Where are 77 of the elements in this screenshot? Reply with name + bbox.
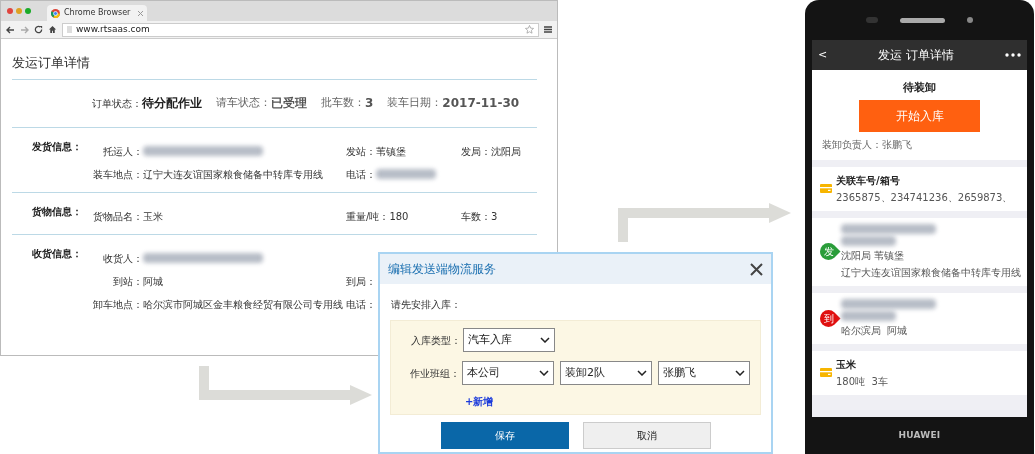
card-icon [820,368,832,377]
field-label: 货物品名： [92,209,143,224]
dialog-title: 编辑发送端物流服务 [388,261,496,278]
card-text: 辽宁大连友谊国家粮食储备中转库专用线 [841,265,1019,280]
status-value: 待分配作业 [142,95,202,112]
field-value: 苇镇堡 [376,144,406,159]
card-text: 哈尔滨局 阿城 [841,323,909,338]
card-text: 沈阳局 苇镇堡 [841,248,906,263]
section-label: 收货信息： [32,246,83,261]
card-title: 关联车号/箱号 [836,173,901,188]
card-text: 2365875、234741236、2659873、 [836,190,1013,205]
camera-icon [866,17,878,23]
close-icon[interactable] [750,262,763,276]
field-value: 哈尔滨市阿城区金丰粮食经贸有限公司专用线 [143,297,343,312]
sensor-icon [967,17,973,23]
add-link[interactable]: +新增 [465,394,494,409]
browser-logo-icon [51,8,60,18]
field-label: 收货人： [102,251,143,266]
field-label: 电话： [346,167,376,182]
cancel-button[interactable]: 取消 [582,422,711,449]
dialog-prompt: 请先安排入库： [391,298,462,312]
back-link[interactable]: < [818,46,828,64]
dropdown[interactable]: 本公司 [462,361,554,385]
field-value: 3 [491,209,498,224]
field-value: 玉米 [143,209,163,224]
page-title: 发运订单详情 [12,54,91,72]
dropdown[interactable]: 装卸2队 [560,361,652,385]
field-label: 到局： [346,274,376,289]
field-label: 发站： [346,144,376,159]
field-label: 装车地点： [92,167,143,182]
chevron-down-icon [735,370,745,376]
dropdown[interactable]: 汽车入库 [463,328,555,352]
tab-close-icon[interactable] [138,10,143,16]
status-label: 装车日期： [387,94,443,111]
field-label: 卸车地点： [92,297,143,312]
back-arrow-icon[interactable] [6,25,15,34]
status-value: 已受理 [271,95,307,112]
status-text: 待装卸 [903,80,936,96]
manager-text: 装卸负责人：张鹏飞 [822,137,912,152]
brand-text: HUAWEI [898,429,941,442]
status-value: 2017-11-30 [442,95,520,112]
address-field[interactable]: www.rtsaas.com [62,22,539,37]
reload-icon[interactable] [34,25,43,34]
card-text: 180吨 3车 [836,374,888,389]
field-value: 180 [389,209,409,224]
star-icon[interactable] [525,25,534,34]
page-icon [67,26,72,33]
field-value: 辽宁大连友谊国家粮食储备中转库专用线 [143,167,323,182]
field-value: 沈阳局 [491,144,521,159]
field-label: 作业班组： [409,366,460,381]
card-icon [820,184,832,193]
section-label: 货物信息： [32,204,83,219]
chevron-down-icon [540,337,550,343]
section-label: 发货信息： [32,139,83,154]
speaker-grille-icon [900,17,945,23]
save-button[interactable]: 保存 [440,422,569,449]
nav-title: 发运 订单详情 [878,47,954,64]
dropdown[interactable]: 张鹏飞 [658,361,750,385]
browser-tab[interactable]: Chrome Browser [47,5,147,21]
field-label: 重量/吨： [346,209,390,224]
field-label: 托运人： [102,144,143,159]
home-icon[interactable] [48,25,57,34]
field-label: 入库类型： [410,333,461,348]
field-label: 电话： [346,297,376,312]
chevron-down-icon [637,370,647,376]
field-label: 车数： [461,209,491,224]
field-label: 发局： [461,144,491,159]
status-value: 3 [365,95,374,112]
status-label: 订单状态： [92,96,142,111]
field-label: 到站： [112,274,143,289]
more-icon[interactable] [1005,53,1021,57]
status-label: 批车数： [321,94,365,111]
menu-icon[interactable] [544,26,552,33]
chevron-down-icon [539,370,549,376]
field-value: 阿城 [143,274,163,289]
card-title: 玉米 [836,357,857,372]
status-label: 请车状态： [216,94,271,111]
